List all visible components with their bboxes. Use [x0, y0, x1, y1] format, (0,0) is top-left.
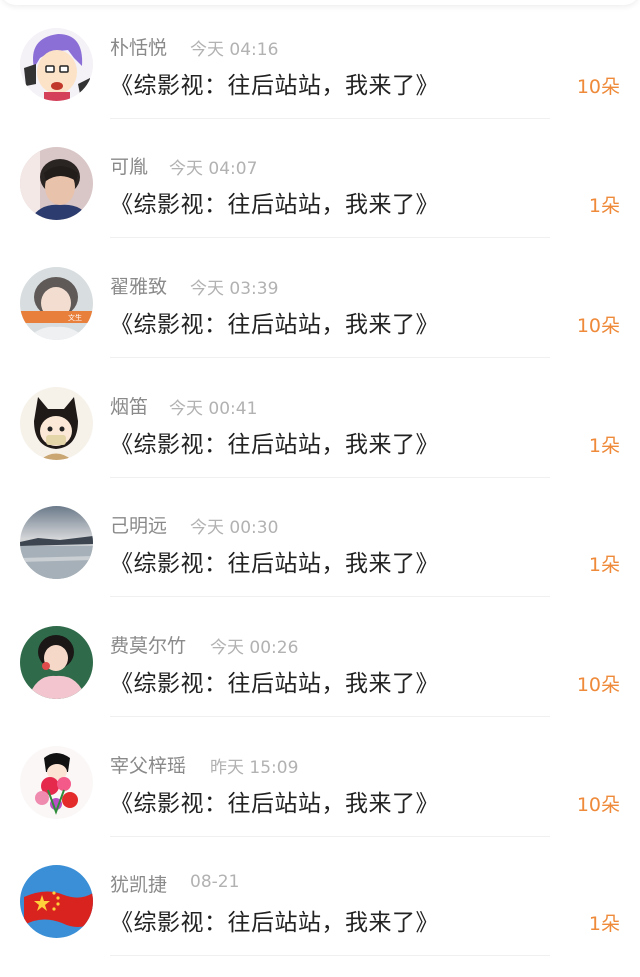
book-title[interactable]: 《综影视：往后站站，我来了》: [110, 305, 439, 339]
list-item[interactable]: 可胤 今天 04:07 《综影视：往后站站，我来了》 1朵: [0, 119, 640, 238]
timestamp: 昨天 15:09: [210, 758, 299, 778]
book-title[interactable]: 《综影视：往后站站，我来了》: [110, 784, 439, 818]
young-man-photo-avatar: [20, 147, 93, 220]
list-item[interactable]: 犹凯捷 08-21 《综影视：往后站站，我来了》 1朵: [0, 837, 640, 956]
book-title[interactable]: 《综影视：往后站站，我来了》: [110, 425, 439, 459]
flower-count: 10朵: [576, 674, 620, 696]
divider: [110, 237, 550, 238]
user-name[interactable]: 可胤: [110, 152, 148, 179]
avatar[interactable]: [20, 147, 93, 220]
book-title[interactable]: 《综影视：往后站站，我来了》: [110, 664, 439, 698]
list-item[interactable]: 朴恬悦 今天 04:16 《综影视：往后站站，我来了》 10朵: [0, 0, 640, 119]
avatar[interactable]: [20, 865, 93, 938]
divider: [110, 596, 550, 597]
flower-count: 10朵: [576, 794, 620, 816]
timestamp: 08-21: [190, 872, 240, 892]
flower-count: 1朵: [588, 554, 620, 576]
avatar[interactable]: [20, 626, 93, 699]
timestamp: 今天 00:26: [210, 638, 299, 658]
red-flag-avatar: [20, 865, 93, 938]
timestamp: 今天 00:30: [190, 518, 279, 538]
list-item[interactable]: 烟笛 今天 00:41 《综影视：往后站站，我来了》 1朵: [0, 359, 640, 478]
flower-count: 1朵: [588, 435, 620, 457]
list-item[interactable]: 宰父梓瑶 昨天 15:09 《综影视：往后站站，我来了》 10朵: [0, 718, 640, 837]
user-name[interactable]: 宰父梓瑶: [110, 751, 186, 778]
user-name[interactable]: 翟雅致: [110, 272, 167, 299]
flower-count: 1朵: [588, 913, 620, 935]
timestamp: 今天 03:39: [190, 279, 279, 299]
user-name[interactable]: 己明远: [110, 511, 167, 538]
flower-count: 10朵: [576, 315, 620, 337]
svg-text:文生: 文生: [68, 313, 82, 322]
avatar[interactable]: 文生: [20, 267, 93, 340]
avatar[interactable]: [20, 506, 93, 579]
flower-count: 1朵: [588, 195, 620, 217]
boy-with-banner-avatar: 文生: [20, 267, 93, 340]
list-item[interactable]: 文生 翟雅致 今天 03:39 《综影视：往后站站，我来了》 10朵: [0, 239, 640, 358]
timestamp: 今天 04:16: [190, 40, 279, 60]
user-name[interactable]: 费莫尔竹: [110, 631, 186, 658]
girl-in-pink-avatar: [20, 626, 93, 699]
book-title[interactable]: 《综影视：往后站站，我来了》: [110, 66, 439, 100]
avatar[interactable]: [20, 28, 93, 101]
user-name[interactable]: 朴恬悦: [110, 33, 167, 60]
divider: [110, 716, 550, 717]
list-item[interactable]: 己明远 今天 00:30 《综影视：往后站站，我来了》 1朵: [0, 478, 640, 597]
cartoon-cat-girl-avatar: [20, 387, 93, 460]
book-title[interactable]: 《综影视：往后站站，我来了》: [110, 185, 439, 219]
user-name[interactable]: 犹凯捷: [110, 870, 167, 897]
lake-landscape-avatar: [20, 506, 93, 579]
cartoon-purple-hair-avatar: [20, 28, 93, 101]
list-item[interactable]: 费莫尔竹 今天 00:26 《综影视：往后站站，我来了》 10朵: [0, 598, 640, 717]
avatar[interactable]: [20, 746, 93, 819]
flowers-cartoon-avatar: [20, 746, 93, 819]
user-name[interactable]: 烟笛: [110, 392, 148, 419]
timestamp: 今天 04:07: [169, 159, 258, 179]
divider: [110, 357, 550, 358]
book-title[interactable]: 《综影视：往后站站，我来了》: [110, 544, 439, 578]
book-title[interactable]: 《综影视：往后站站，我来了》: [110, 903, 439, 937]
avatar[interactable]: [20, 387, 93, 460]
flower-count: 10朵: [576, 76, 620, 98]
divider: [110, 955, 550, 956]
timestamp: 今天 00:41: [169, 399, 258, 419]
